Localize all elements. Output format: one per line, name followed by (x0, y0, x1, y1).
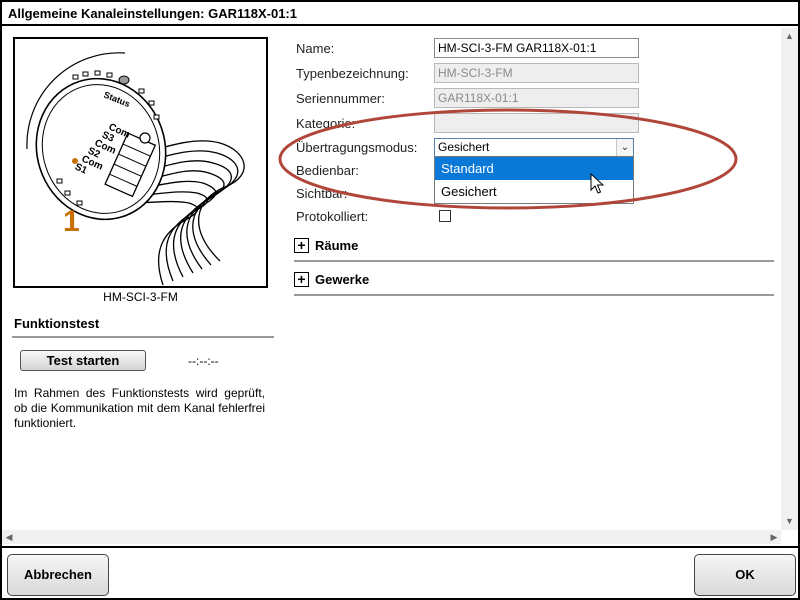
cancel-button[interactable]: Abbrechen (7, 554, 109, 596)
plus-icon[interactable]: + (294, 272, 309, 287)
divider (294, 294, 774, 296)
dialog-window: Allgemeine Kanaleinstellungen: GAR118X-0… (0, 0, 800, 600)
dialog-title: Allgemeine Kanaleinstellungen: GAR118X-0… (8, 6, 297, 21)
serial-label: Seriennummer: (296, 91, 385, 106)
transfer-mode-select[interactable]: Gesichert ⌄ (434, 138, 634, 157)
vertical-scrollbar[interactable]: ▲ ▼ (781, 28, 798, 530)
transfer-mode-label: Übertragungsmodus: (296, 140, 418, 155)
mouse-cursor-icon (590, 173, 605, 194)
dialog-content: Status ComS3 ComS2 ComS1 1 HM-SCI-3-FM F… (2, 28, 798, 544)
function-test-description: Im Rahmen des Funktionstests wird geprüf… (14, 386, 265, 430)
device-caption: HM-SCI-3-FM (103, 290, 178, 304)
type-input (434, 63, 639, 83)
test-time: --:--:-- (188, 354, 219, 368)
device-illustration: Status ComS3 ComS2 ComS1 1 (26, 52, 245, 286)
ok-button[interactable]: OK (694, 554, 796, 596)
transfer-mode-value: Gesichert (438, 140, 490, 154)
channel-dot (72, 158, 78, 164)
operable-label: Bedienbar: (296, 163, 359, 178)
divider (12, 336, 274, 338)
divider (294, 260, 774, 262)
expander-rooms-label: Räume (315, 238, 359, 253)
test-start-button[interactable]: Test starten (20, 350, 146, 371)
scroll-up-icon[interactable]: ▲ (781, 28, 798, 45)
scroll-left-icon[interactable]: ◀ (2, 530, 16, 544)
scroll-down-icon[interactable]: ▼ (781, 513, 798, 530)
channel-number: 1 (63, 205, 80, 238)
logged-label: Protokolliert: (296, 209, 369, 224)
plus-icon[interactable]: + (294, 238, 309, 253)
category-label: Kategorie: (296, 116, 356, 131)
expander-trades-label: Gewerke (315, 272, 370, 287)
visible-label: Sichtbar: (296, 186, 348, 201)
name-input[interactable] (434, 38, 639, 58)
dialog-footer: Abbrechen OK (2, 546, 798, 598)
chevron-down-icon[interactable]: ⌄ (616, 139, 633, 156)
title-bar: Allgemeine Kanaleinstellungen: GAR118X-0… (2, 2, 798, 26)
type-label: Typenbezeichnung: (296, 66, 409, 81)
name-label: Name: (296, 41, 335, 56)
logged-checkbox[interactable] (439, 210, 451, 222)
category-input (434, 113, 639, 133)
device-image: Status ComS3 ComS2 ComS1 1 (13, 37, 268, 288)
horizontal-scrollbar[interactable]: ◀ ▶ (2, 530, 781, 544)
function-test-title: Funktionstest (14, 316, 100, 331)
serial-input (434, 88, 639, 108)
scroll-right-icon[interactable]: ▶ (767, 530, 781, 544)
